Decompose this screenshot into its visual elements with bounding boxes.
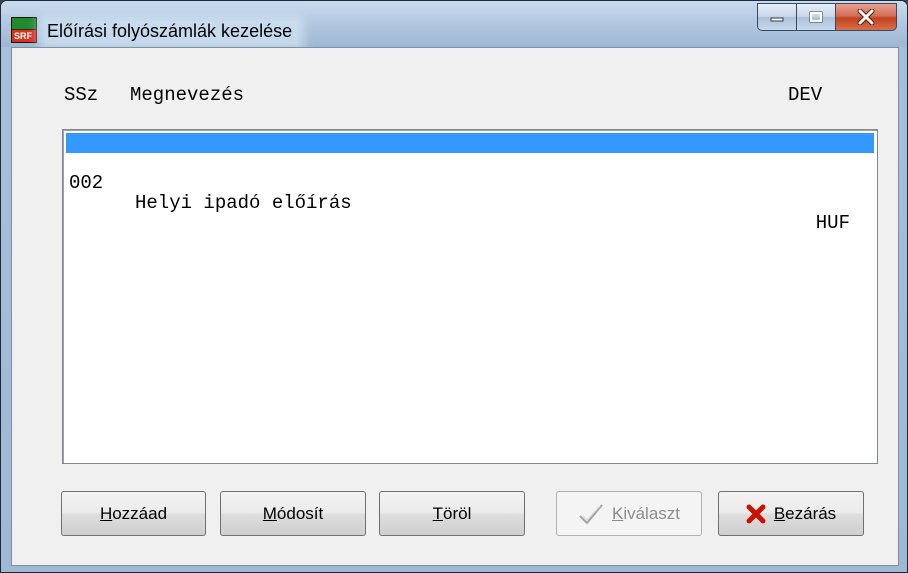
column-header-code: SSz <box>64 84 99 106</box>
column-header-name: Megnevezés <box>130 84 245 106</box>
delete-button[interactable]: Töröl <box>379 491 525 536</box>
window-title: Előírási folyószámlák kezelése <box>45 21 299 44</box>
close-button[interactable]: Bezárás <box>718 491 864 536</box>
maximize-button[interactable] <box>797 3 836 31</box>
add-button[interactable]: Hozzáad <box>61 491 206 536</box>
dialog-content: SSz Megnevezés DEV 001 TÁNYA előírás HUF… <box>11 47 899 566</box>
maximize-icon <box>809 11 823 23</box>
title-bar[interactable]: SRF Előírási folyószámlák kezelése <box>1 1 907 47</box>
app-icon[interactable]: SRF <box>11 17 37 43</box>
account-list[interactable]: 001 TÁNYA előírás HUF 002 Helyi ipadó el… <box>62 129 878 464</box>
close-window-button[interactable] <box>836 3 897 31</box>
minimize-button[interactable] <box>757 3 797 31</box>
dialog-window: SRF Előírási folyószámlák kezelése SSz M… <box>0 0 908 573</box>
minimize-icon <box>770 17 784 22</box>
checkmark-icon <box>578 503 604 525</box>
caption-buttons <box>757 3 897 31</box>
list-item[interactable]: 001 TÁNYA előírás HUF <box>66 133 874 213</box>
list-item[interactable]: 002 Helyi ipadó előírás HUF <box>66 153 874 233</box>
close-icon <box>857 9 875 25</box>
select-button[interactable]: Kiválaszt <box>556 491 702 536</box>
edit-button[interactable]: Módosít <box>220 491 366 536</box>
red-x-icon <box>746 504 766 524</box>
column-header-dev: DEV <box>788 84 823 106</box>
